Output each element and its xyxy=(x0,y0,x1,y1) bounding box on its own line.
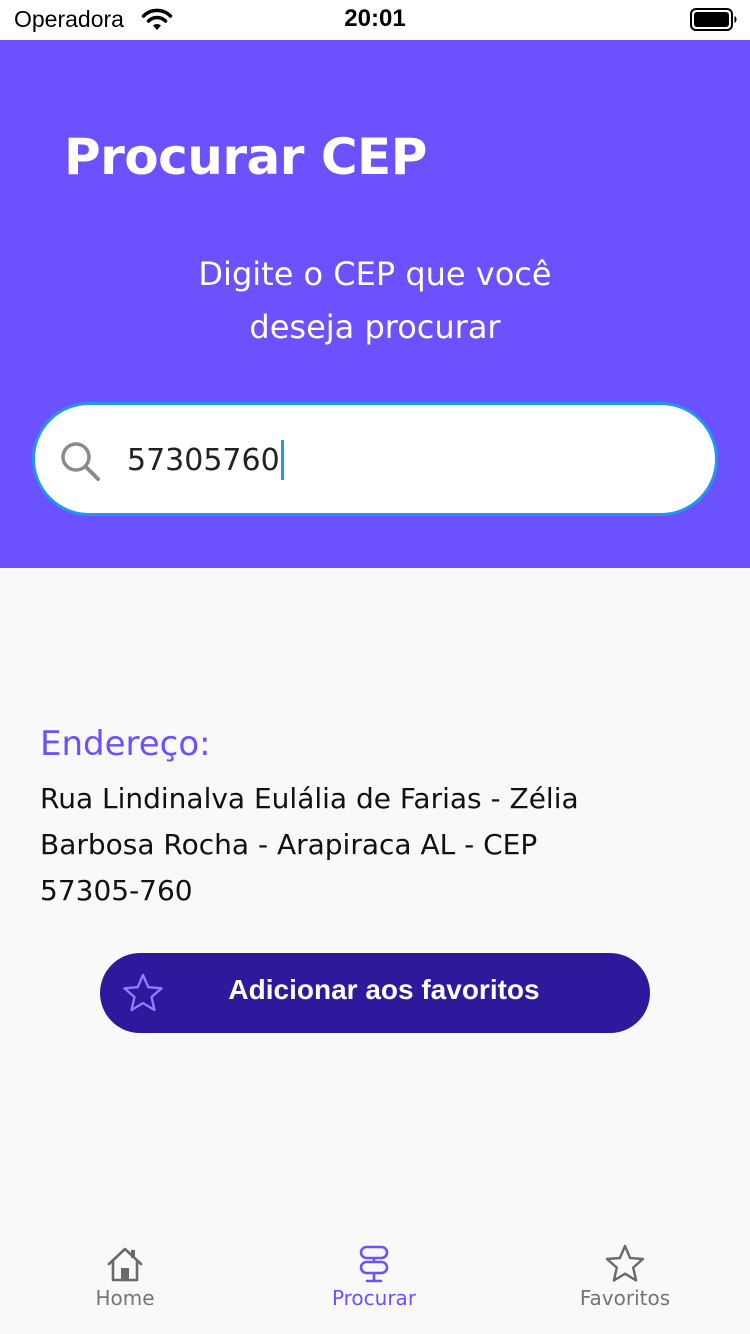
search-header: Procurar CEP Digite o CEP que você desej… xyxy=(0,40,750,568)
nav-home[interactable]: Home xyxy=(45,1230,205,1330)
nav-favorites-label: Favoritos xyxy=(579,1286,671,1310)
home-icon xyxy=(107,1247,143,1282)
nav-home-label: Home xyxy=(95,1286,155,1310)
screen: Operadora 20:01 Procurar CEP Digite o CE… xyxy=(0,0,750,1334)
cep-input-value: 57305760 xyxy=(127,442,280,478)
nav-favorites[interactable]: Favoritos xyxy=(545,1230,705,1330)
status-bar: Operadora 20:01 xyxy=(0,0,750,40)
clock: 20:01 xyxy=(344,5,406,32)
star-outline-icon xyxy=(605,1244,645,1282)
page-title: Procurar CEP xyxy=(64,128,427,186)
text-caret xyxy=(280,440,284,480)
nav-search[interactable]: Procurar xyxy=(294,1230,454,1330)
page-subtitle: Digite o CEP que você deseja procurar xyxy=(198,255,552,346)
nav-search-label: Procurar xyxy=(331,1286,417,1310)
add-to-favorites-button[interactable]: Adicionar aos favoritos xyxy=(100,953,650,1033)
cep-search-field[interactable]: 57305760 xyxy=(32,402,718,516)
search-icon xyxy=(61,442,100,481)
bottom-navigation: Home Procurar Favoritos xyxy=(0,1230,750,1334)
address-text: Rua Lindinalva Eulália de Farias - Zélia… xyxy=(40,782,579,907)
address-label: Endereço: xyxy=(40,724,211,764)
signpost-icon xyxy=(359,1245,389,1283)
battery-icon xyxy=(690,8,737,31)
cep-input[interactable]: 57305760 xyxy=(127,435,687,485)
add-to-favorites-label: Adicionar aos favoritos xyxy=(228,974,540,1005)
